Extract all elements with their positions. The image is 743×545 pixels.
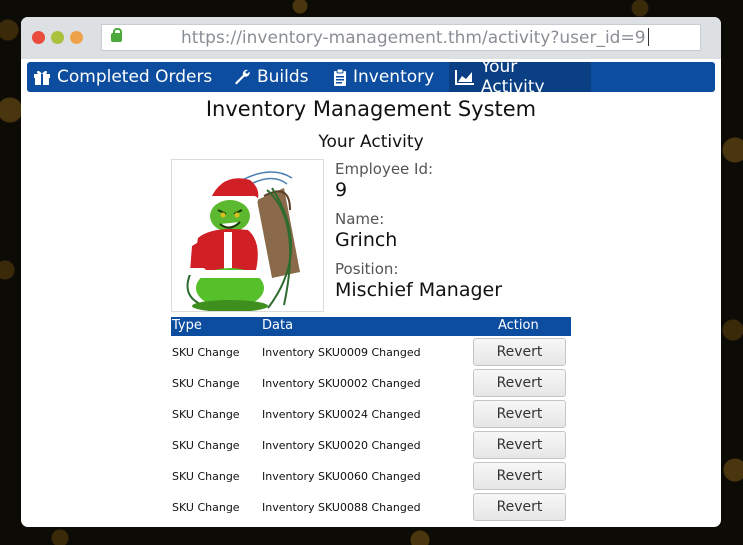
row-data: Inventory SKU0009 Changed	[262, 346, 421, 359]
url-text[interactable]: https://inventory-management.thm/activit…	[181, 28, 649, 48]
revert-button[interactable]: Revert	[473, 493, 566, 521]
header-data: Data	[262, 318, 294, 333]
nav-inventory-label: Inventory	[353, 67, 435, 87]
table-row: SKU Change Inventory SKU0088 Changed Rev…	[171, 491, 571, 522]
name-value: Grinch	[335, 229, 398, 251]
chart-icon	[455, 70, 474, 85]
nav-builds-label: Builds	[257, 67, 309, 87]
row-data: Inventory SKU0020 Changed	[262, 439, 421, 452]
browser-window: https://inventory-management.thm/activit…	[21, 17, 721, 527]
clipboard-icon	[334, 68, 346, 86]
table-row: SKU Change Inventory SKU0020 Changed Rev…	[171, 429, 571, 460]
row-data: Inventory SKU0088 Changed	[262, 501, 421, 514]
table-row: SKU Change Inventory SKU0002 Changed Rev…	[171, 367, 571, 398]
revert-button[interactable]: Revert	[473, 338, 566, 366]
table-header: Type Data Action	[171, 317, 571, 336]
table-row: SKU Change Inventory SKU0009 Changed Rev…	[171, 336, 571, 367]
row-type: SKU Change	[172, 377, 240, 390]
nav-completed-orders[interactable]: Completed Orders	[27, 62, 219, 92]
nav-your-activity[interactable]: Your Activity	[449, 57, 591, 97]
row-data: Inventory SKU0002 Changed	[262, 377, 421, 390]
row-type: SKU Change	[172, 408, 240, 421]
nav-builds[interactable]: Builds	[227, 62, 317, 92]
grinch-avatar-image	[186, 171, 300, 311]
avatar	[171, 159, 324, 312]
row-data: Inventory SKU0060 Changed	[262, 470, 421, 483]
page-subtitle: Your Activity	[318, 132, 424, 152]
nav-inventory[interactable]: Inventory	[327, 62, 442, 92]
page-title: Inventory Management System	[205, 97, 537, 121]
revert-button[interactable]: Revert	[473, 369, 566, 397]
close-window-button[interactable]	[32, 31, 45, 44]
table-row: SKU Change Inventory SKU0024 Changed Rev…	[171, 398, 571, 429]
revert-button[interactable]: Revert	[473, 400, 566, 428]
employee-id-label: Employee Id:	[335, 160, 434, 178]
header-action: Action	[498, 318, 539, 333]
lock-icon	[111, 28, 122, 42]
main-navbar: Completed Orders Builds Inventory Your A…	[27, 57, 715, 97]
gift-icon	[34, 70, 50, 85]
maximize-window-button[interactable]	[70, 31, 83, 44]
row-type: SKU Change	[172, 470, 240, 483]
position-value: Mischief Manager	[335, 279, 503, 301]
row-type: SKU Change	[172, 501, 240, 514]
header-type: Type	[172, 318, 202, 333]
browser-titlebar: https://inventory-management.thm/activit…	[21, 17, 721, 59]
nav-completed-orders-label: Completed Orders	[57, 67, 213, 87]
revert-button[interactable]: Revert	[473, 462, 566, 490]
row-data: Inventory SKU0024 Changed	[262, 408, 421, 421]
row-type: SKU Change	[172, 439, 240, 452]
activity-table: Type Data Action SKU Change Inventory SK…	[171, 317, 571, 522]
name-label: Name:	[335, 210, 385, 228]
address-bar[interactable]: https://inventory-management.thm/activit…	[101, 24, 701, 51]
revert-button[interactable]: Revert	[473, 431, 566, 459]
employee-id-value: 9	[335, 179, 348, 201]
row-type: SKU Change	[172, 346, 240, 359]
nav-your-activity-label: Your Activity	[481, 57, 545, 97]
minimize-window-button[interactable]	[51, 31, 64, 44]
position-label: Position:	[335, 260, 399, 278]
wrench-icon	[235, 69, 250, 85]
table-row: SKU Change Inventory SKU0060 Changed Rev…	[171, 460, 571, 491]
